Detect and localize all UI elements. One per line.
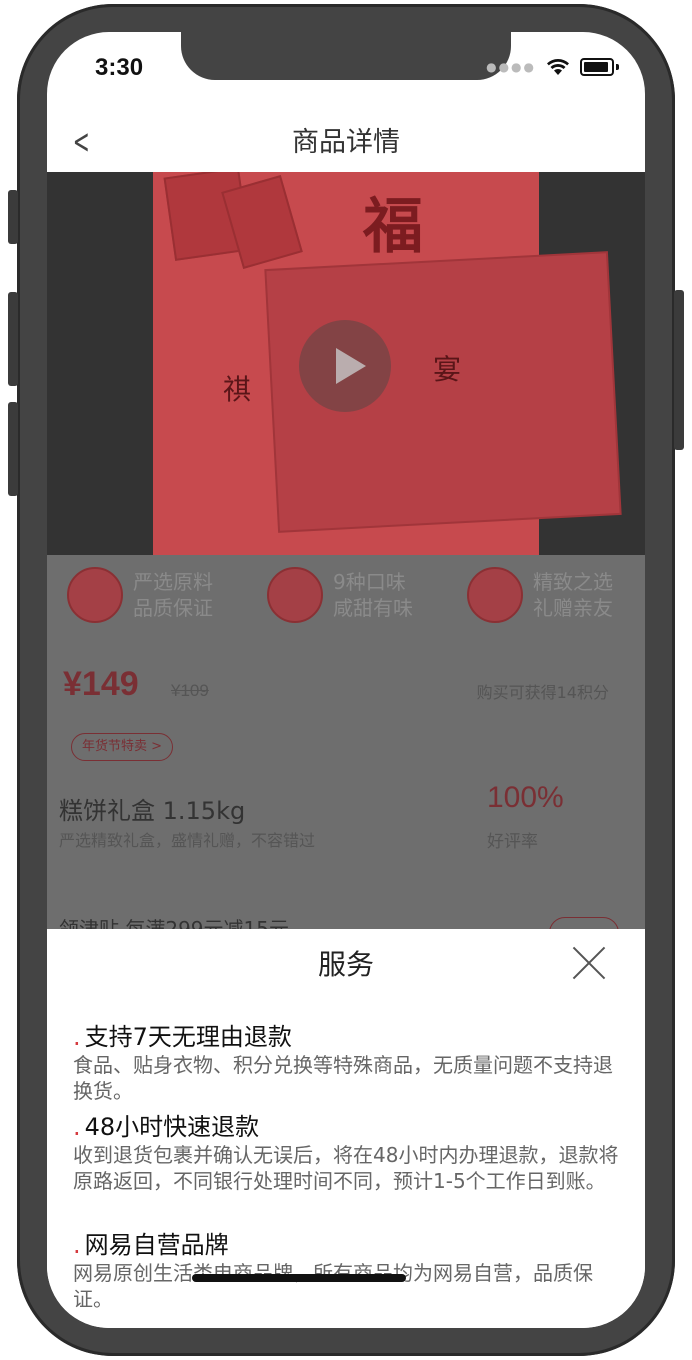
bullet-icon: .	[73, 1023, 81, 1051]
fu-paper-cut-icon: 福	[363, 192, 423, 262]
feature-item: 严选原料 品质保证	[67, 567, 213, 623]
service-item: . 支持7天无理由退款 食品、贴身衣物、积分兑换等特殊商品，无质量问题不支持退换货…	[73, 1017, 621, 1104]
product-video[interactable]: 福 祺 宴	[47, 172, 645, 555]
service-title: 48小时快速退款	[84, 1113, 260, 1141]
feature-line2: 咸甜有味	[333, 596, 413, 620]
price: ¥149	[63, 665, 139, 703]
feature-item: 9种口味 咸甜有味	[267, 567, 413, 623]
promo-tag[interactable]: 年货节特卖 >	[71, 733, 174, 761]
navbar: < 商品详情	[47, 104, 645, 172]
bullet-icon: .	[73, 1113, 81, 1141]
signal-icon: ●●●●	[486, 60, 536, 74]
screen: 3:30 ●●●● < 商品详情 福 祺 宴 严选原料 品质保证 9种口味 咸甜…	[47, 32, 645, 1328]
points-info: 购买可获得14积分	[476, 683, 609, 702]
battery-icon	[580, 58, 614, 76]
close-icon[interactable]	[571, 945, 607, 981]
feature-line1: 精致之选	[533, 570, 613, 594]
service-title: 支持7天无理由退款	[84, 1023, 292, 1051]
notch	[181, 32, 511, 80]
feature-line1: 严选原料	[133, 570, 213, 594]
product-desc: 严选精致礼盒，盛情礼赠，不容错过	[59, 831, 316, 850]
service-desc: 收到退货包裹并确认无误后，将在48小时内办理退款，退款将原路返回，不同银行处理时…	[73, 1143, 619, 1193]
box-text-left: 祺	[223, 373, 252, 406]
rating-value: 100%	[487, 781, 564, 814]
product-name: 糕饼礼盒 1.15kg	[59, 797, 246, 825]
volume-up-button	[8, 292, 18, 386]
wifi-icon	[547, 59, 569, 75]
page-title: 商品详情	[292, 127, 400, 158]
bullet-icon: .	[73, 1231, 81, 1259]
play-icon[interactable]	[299, 320, 391, 412]
service-desc: 食品、贴身衣物、积分兑换等特殊商品，无质量问题不支持退换货。	[73, 1053, 613, 1103]
old-price: ¥109	[171, 681, 209, 700]
service-item: . 48小时快速退款 收到退货包裹并确认无误后，将在48小时内办理退款，退款将原路…	[73, 1107, 621, 1194]
status-time: 3:30	[95, 54, 144, 81]
volume-down-button	[8, 402, 18, 496]
rating-label: 好评率	[487, 832, 538, 852]
product-info-dimmed: 严选原料 品质保证 9种口味 咸甜有味 精致之选 礼赠亲友 ¥149 ¥109 购买可…	[47, 555, 645, 949]
service-item: . 网易自营品牌 网易原创生活类电商品牌，所有商品均为网易自营，品质保证。	[73, 1225, 621, 1312]
box-text-right: 宴	[433, 353, 462, 386]
red-envelope	[221, 175, 303, 269]
feature-icon	[67, 567, 123, 623]
feature-line2: 品质保证	[133, 596, 213, 620]
status-icons: ●●●●	[486, 58, 619, 76]
service-title: 网易自营品牌	[84, 1231, 229, 1259]
feature-line2: 礼赠亲友	[533, 596, 613, 620]
feature-item: 精致之选 礼赠亲友	[467, 567, 613, 623]
feature-icon	[267, 567, 323, 623]
battery-tip	[616, 64, 619, 70]
power-button	[674, 290, 684, 450]
service-sheet: 服务 . 支持7天无理由退款 食品、贴身衣物、积分兑换等特殊商品，无质量问题不支持…	[47, 929, 645, 1328]
feature-line1: 9种口味	[333, 570, 406, 594]
feature-icon	[467, 567, 523, 623]
home-indicator[interactable]	[192, 1274, 406, 1282]
mute-switch	[8, 190, 18, 244]
sheet-title: 服务	[317, 948, 374, 981]
service-desc: 网易原创生活类电商品牌，所有商品均为网易自营，品质保证。	[73, 1261, 593, 1311]
